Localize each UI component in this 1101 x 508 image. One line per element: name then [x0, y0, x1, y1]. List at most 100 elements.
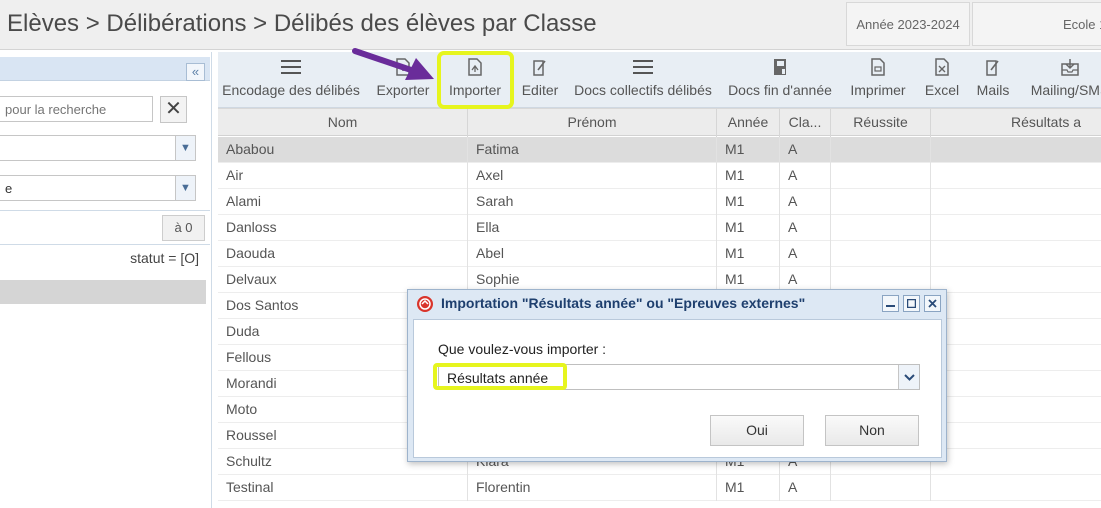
table-cell: Testinal [218, 475, 468, 501]
dialog-titlebar[interactable]: Importation "Résultats année" ou "Epreuv… [408, 290, 946, 316]
school-selector[interactable]: Ecole 1 [972, 2, 1101, 46]
table-cell [931, 345, 1101, 371]
filter-combo-2[interactable]: e ▼ [0, 175, 196, 201]
table-cell [931, 293, 1101, 319]
table-row[interactable]: Danloss Ella M1 A [218, 215, 1101, 241]
menu-lines-icon [633, 52, 653, 82]
table-cell [831, 137, 931, 163]
search-input[interactable] [0, 96, 153, 122]
maximize-icon[interactable] [903, 295, 920, 312]
import-type-value: Résultats année [447, 370, 549, 386]
table-cell [931, 215, 1101, 241]
excel-button[interactable]: Excel [923, 52, 961, 108]
table-cell [931, 319, 1101, 345]
left-panel-header: « [0, 57, 210, 81]
table-cell: Daouda [218, 241, 468, 267]
dialog-title: Importation "Résultats année" ou "Epreuv… [441, 295, 806, 311]
filter-combo-1[interactable]: ▼ [0, 135, 196, 161]
table-cell [931, 137, 1101, 163]
filter-combo-2-value: e [5, 181, 13, 196]
non-button[interactable]: Non [825, 415, 919, 446]
table-cell: Air [218, 163, 468, 189]
table-cell: Sarah [468, 189, 717, 215]
left-panel: « ✕ ▼ e ▼ à 0 statut = [O] [0, 52, 212, 508]
school-year-selector[interactable]: Année 2023-2024 [846, 2, 970, 46]
table-cell [931, 371, 1101, 397]
table-cell [931, 423, 1101, 449]
app-logo-icon [417, 296, 433, 312]
table-cell: Alami [218, 189, 468, 215]
table-cell [931, 397, 1101, 423]
column-header-resultats[interactable]: Résultats a [931, 109, 1101, 137]
editer-button[interactable]: Editer [518, 52, 562, 108]
minimize-icon[interactable] [882, 295, 899, 312]
table-row[interactable]: Daouda Abel M1 A [218, 241, 1101, 267]
table-cell [931, 475, 1101, 501]
mails-button[interactable]: Mails [974, 52, 1012, 108]
encodage-delibes-button[interactable]: Encodage des délibés [222, 52, 360, 108]
mailing-sms-button[interactable]: Mailing/SMS [1028, 52, 1101, 108]
table-cell: Abel [468, 241, 717, 267]
close-icon[interactable] [924, 295, 941, 312]
import-doc-icon [468, 52, 482, 82]
table-row[interactable]: Alami Sarah M1 A [218, 189, 1101, 215]
collapse-panel-icon[interactable]: « [186, 63, 205, 81]
table-cell: M1 [717, 215, 780, 241]
menu-lines-icon [281, 52, 301, 82]
table-cell: M1 [717, 189, 780, 215]
importer-button[interactable]: Importer [445, 52, 505, 108]
column-header-annee[interactable]: Année [717, 109, 780, 137]
page-header: Elèves > Délibérations > Délibés des élè… [0, 0, 1101, 50]
column-header-reussite[interactable]: Réussite [831, 109, 931, 137]
table-cell [831, 241, 931, 267]
table-row[interactable]: Air Axel M1 A [218, 163, 1101, 189]
filter-reset-row: à 0 [0, 210, 210, 245]
chevron-down-icon[interactable]: ▼ [175, 136, 195, 160]
import-dialog: Importation "Résultats année" ou "Epreuv… [407, 289, 947, 462]
oui-button[interactable]: Oui [710, 415, 804, 446]
table-cell: Florentin [468, 475, 717, 501]
docs-collectifs-button[interactable]: Docs collectifs délibés [574, 52, 712, 108]
docs-fin-annee-button[interactable]: Docs fin d'année [728, 52, 832, 108]
table-cell: A [780, 475, 831, 501]
toolbar: Encodage des délibés Exporter Importer E… [218, 52, 1101, 108]
table-cell: M1 [717, 475, 780, 501]
table-cell [931, 163, 1101, 189]
clear-search-button[interactable]: ✕ [160, 96, 187, 123]
table-header: Nom Prénom Année Cla... Réussite Résulta… [218, 108, 1101, 137]
table-cell [931, 189, 1101, 215]
table-cell [931, 267, 1101, 293]
breadcrumb: Elèves > Délibérations > Délibés des élè… [7, 10, 597, 37]
table-row[interactable]: Ababou Fatima M1 A [218, 137, 1101, 163]
table-cell: A [780, 189, 831, 215]
table-cell [831, 189, 931, 215]
table-cell [831, 215, 931, 241]
table-cell: A [780, 137, 831, 163]
table-cell: A [780, 163, 831, 189]
table-cell [831, 475, 931, 501]
export-doc-icon [396, 52, 410, 82]
column-header-nom[interactable]: Nom [218, 109, 468, 137]
table-cell: M1 [717, 241, 780, 267]
print-doc-icon [871, 52, 885, 82]
table-cell: Ella [468, 215, 717, 241]
reset-to-zero-button[interactable]: à 0 [162, 215, 205, 241]
status-filter-text: statut = [O] [130, 250, 199, 266]
exporter-button[interactable]: Exporter [374, 52, 432, 108]
column-header-classe[interactable]: Cla... [780, 109, 831, 137]
column-header-prenom[interactable]: Prénom [468, 109, 717, 137]
table-cell: Ababou [218, 137, 468, 163]
import-type-select[interactable]: Résultats année [438, 364, 920, 390]
chevron-down-icon[interactable] [898, 365, 919, 389]
table-cell: Danloss [218, 215, 468, 241]
imprimer-button[interactable]: Imprimer [848, 52, 908, 108]
table-cell: M1 [717, 137, 780, 163]
book-icon [773, 52, 787, 82]
edit-doc-icon [533, 52, 547, 82]
import-question-label: Que voulez-vous importer : [438, 341, 607, 357]
table-cell: A [780, 241, 831, 267]
table-row[interactable]: Testinal Florentin M1 A [218, 475, 1101, 501]
mail-doc-icon [986, 52, 1000, 82]
chevron-down-icon[interactable]: ▼ [175, 176, 195, 200]
selected-list-item[interactable] [0, 280, 206, 304]
